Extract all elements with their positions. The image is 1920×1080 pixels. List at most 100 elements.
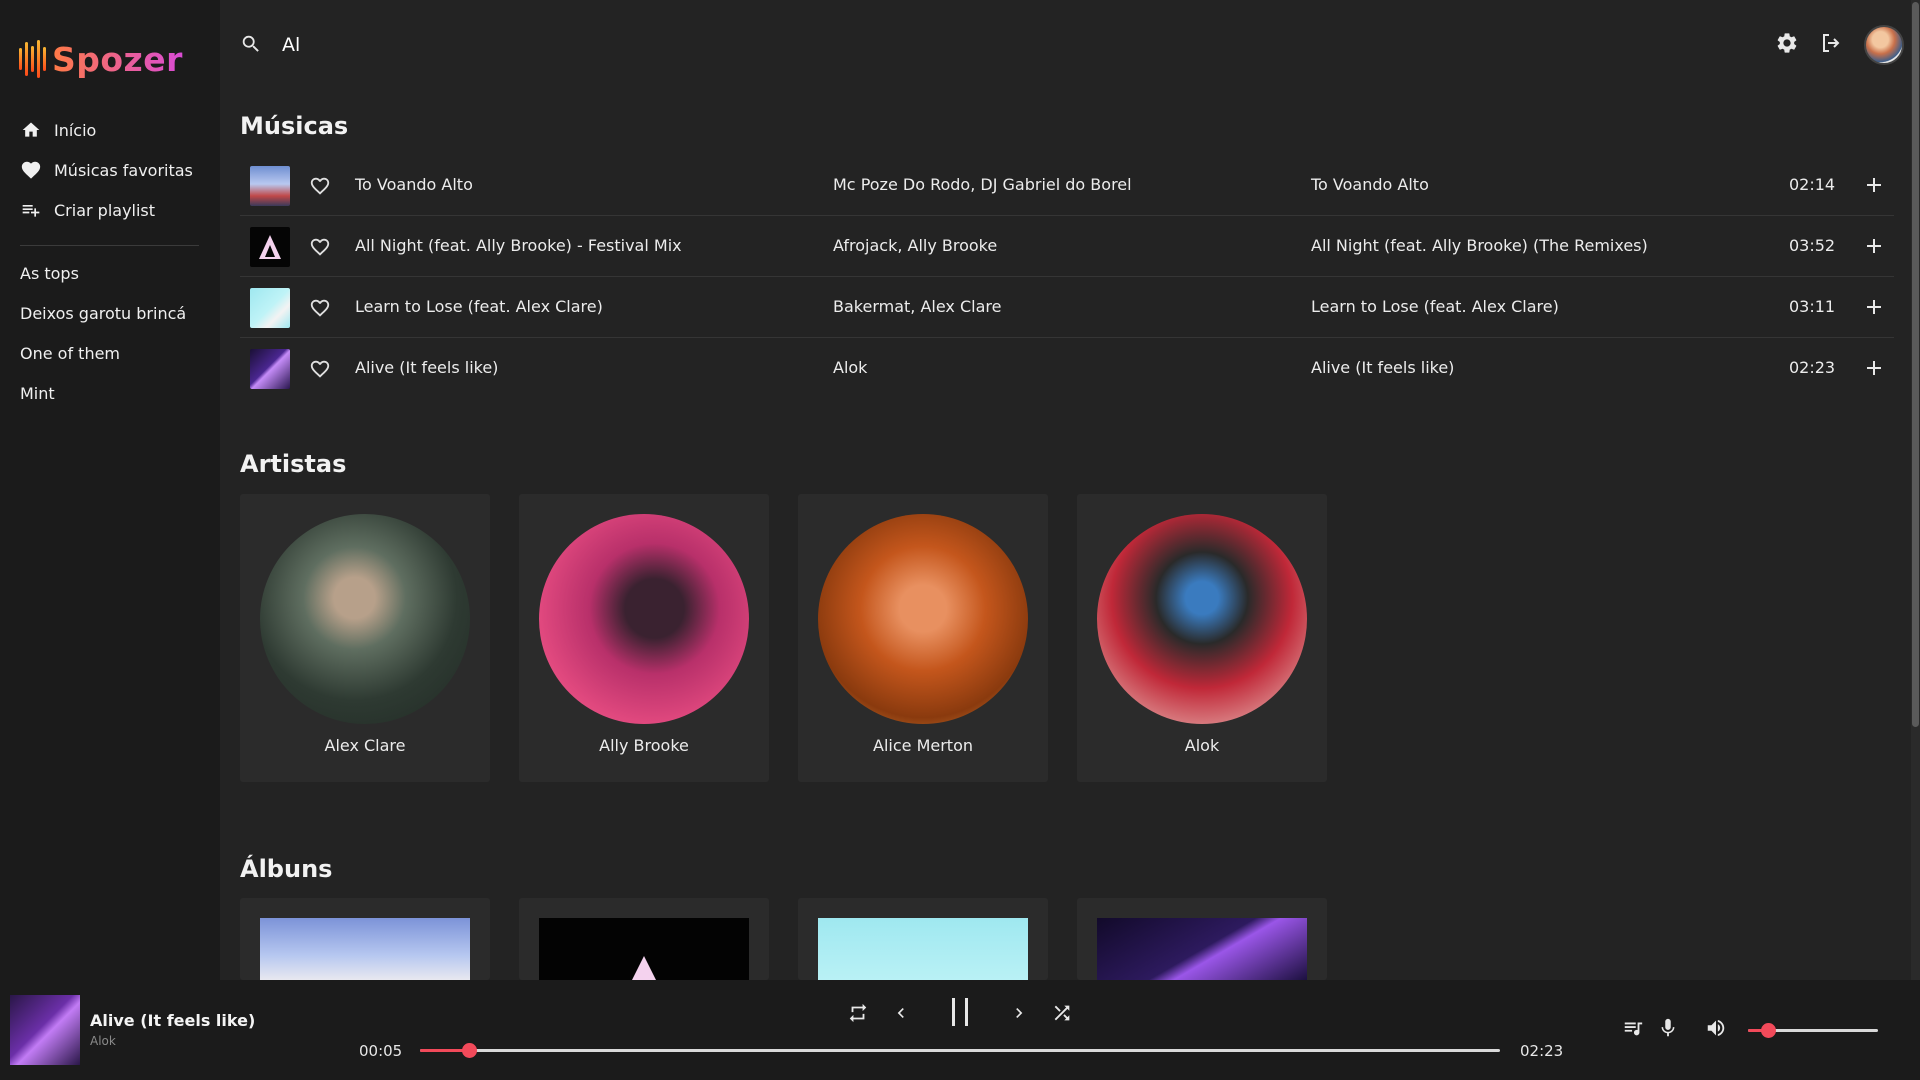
album-cover <box>260 918 470 980</box>
chevron-left-icon <box>891 1003 911 1027</box>
heart-icon[interactable] <box>309 175 331 197</box>
next-button[interactable] <box>1008 1002 1030 1028</box>
search-input[interactable] <box>282 28 882 62</box>
heart-icon[interactable] <box>309 297 331 319</box>
track-artists[interactable]: Mc Poze Do Rodo, DJ Gabriel do Borel <box>833 175 1132 194</box>
artist-card[interactable]: Alex Clare <box>240 494 490 782</box>
chevron-right-icon <box>1009 1003 1029 1027</box>
album-cover <box>1097 918 1307 980</box>
pause-button[interactable] <box>946 996 974 1032</box>
repeat-icon <box>847 1002 869 1028</box>
elapsed-time: 00:05 <box>359 1042 403 1060</box>
artist-card[interactable]: Ally Brooke <box>519 494 769 782</box>
artist-name: Ally Brooke <box>599 736 689 755</box>
album-card[interactable] <box>240 898 490 980</box>
volume-icon <box>1705 1017 1727 1043</box>
playlist-item[interactable]: One of them <box>20 333 210 373</box>
track-cover <box>250 166 290 206</box>
seek-bar[interactable] <box>420 1043 1500 1058</box>
add-to-playlist-icon[interactable] <box>1862 173 1886 197</box>
nav-item-label: Início <box>54 120 97 140</box>
section-title-artists: Artistas <box>240 450 347 478</box>
artist-card[interactable]: Alice Merton <box>798 494 1048 782</box>
nav-item-create-playlist[interactable]: Criar playlist <box>20 190 200 230</box>
logout-icon <box>1819 31 1843 59</box>
playlist-item[interactable]: Deixos garotu brincá <box>20 293 210 333</box>
track-artists[interactable]: Bakermat, Alex Clare <box>833 297 1001 316</box>
track-title[interactable]: Alive (It feels like) <box>355 358 498 377</box>
track-album[interactable]: Alive (It feels like) <box>1311 358 1454 377</box>
repeat-button[interactable] <box>845 1002 871 1028</box>
track-duration: 03:52 <box>1789 236 1836 255</box>
nav-item-label: Músicas favoritas <box>54 160 193 180</box>
album-card[interactable] <box>519 898 769 980</box>
lyrics-button[interactable] <box>1656 1017 1680 1043</box>
heart-icon <box>20 159 42 181</box>
gear-icon <box>1775 31 1799 59</box>
artist-photo <box>818 514 1028 724</box>
artist-photo <box>539 514 749 724</box>
home-icon <box>20 119 42 141</box>
nav-item-home[interactable]: Início <box>20 110 200 150</box>
artist-grid: Alex Clare Ally Brooke Alice Merton Alok <box>240 494 1327 782</box>
heart-icon[interactable] <box>309 236 331 258</box>
track-album[interactable]: Learn to Lose (feat. Alex Clare) <box>1311 297 1559 316</box>
shuffle-button[interactable] <box>1049 1002 1075 1028</box>
add-to-playlist-icon[interactable] <box>1862 356 1886 380</box>
app-logo[interactable]: Spozer <box>19 38 183 80</box>
heart-icon[interactable] <box>309 358 331 380</box>
track-title[interactable]: To Voando Alto <box>355 175 473 194</box>
track-row[interactable]: Alive (It feels like) Alok Alive (It fee… <box>240 338 1894 399</box>
track-row[interactable]: Learn to Lose (feat. Alex Clare) Bakerma… <box>240 277 1894 338</box>
track-title[interactable]: Learn to Lose (feat. Alex Clare) <box>355 297 603 316</box>
section-title-albums: Álbuns <box>240 855 333 883</box>
artist-name: Alice Merton <box>873 736 973 755</box>
playlist-item[interactable]: As tops <box>20 253 210 293</box>
track-album[interactable]: To Voando Alto <box>1311 175 1429 194</box>
logout-button[interactable] <box>1818 32 1844 58</box>
artist-photo <box>1097 514 1307 724</box>
scrollbar-thumb[interactable] <box>1912 2 1919 727</box>
track-artists[interactable]: Afrojack, Ally Brooke <box>833 236 997 255</box>
track-album[interactable]: All Night (feat. Ally Brooke) (The Remix… <box>1311 236 1648 255</box>
track-artists[interactable]: Alok <box>833 358 867 377</box>
sidebar-divider <box>20 245 199 246</box>
shuffle-icon <box>1051 1002 1073 1028</box>
track-duration: 02:14 <box>1789 175 1836 194</box>
main-nav: Início Músicas favoritas Criar playlist <box>20 110 200 230</box>
track-cover <box>250 349 290 389</box>
track-title[interactable]: All Night (feat. Ally Brooke) - Festival… <box>355 236 682 255</box>
add-to-playlist-icon[interactable] <box>1862 234 1886 258</box>
now-playing-title[interactable]: Alive (It feels like) <box>90 1011 255 1030</box>
album-card[interactable] <box>798 898 1048 980</box>
queue-button[interactable] <box>1620 1017 1646 1043</box>
microphone-icon <box>1657 1017 1679 1043</box>
track-row[interactable]: All Night (feat. Ally Brooke) - Festival… <box>240 216 1894 277</box>
search-icon[interactable] <box>240 33 262 59</box>
track-cover <box>250 227 290 267</box>
track-duration: 03:11 <box>1789 297 1836 316</box>
track-row[interactable]: To Voando Alto Mc Poze Do Rodo, DJ Gabri… <box>240 155 1894 216</box>
volume-slider[interactable] <box>1748 1023 1878 1038</box>
playlist-list: As tops Deixos garotu brincá One of them… <box>20 253 210 413</box>
artist-photo <box>260 514 470 724</box>
volume-button[interactable] <box>1703 1017 1729 1043</box>
album-card[interactable] <box>1077 898 1327 980</box>
nav-item-favorites[interactable]: Músicas favoritas <box>20 150 200 190</box>
previous-button[interactable] <box>890 1002 912 1028</box>
seek-handle[interactable] <box>461 1043 477 1058</box>
track-cover <box>250 288 290 328</box>
settings-button[interactable] <box>1774 32 1800 58</box>
playlist-item[interactable]: Mint <box>20 373 210 413</box>
artist-card[interactable]: Alok <box>1077 494 1327 782</box>
artist-name: Alex Clare <box>324 736 406 755</box>
avatar[interactable] <box>1864 25 1904 65</box>
player-bar: Alive (It feels like) Alok 00:05 02:23 <box>0 980 1920 1080</box>
logo-icon <box>19 40 46 78</box>
pause-icon <box>949 996 971 1032</box>
add-to-playlist-icon[interactable] <box>1862 295 1886 319</box>
artist-name: Alok <box>1184 736 1220 755</box>
volume-handle[interactable] <box>1760 1023 1776 1038</box>
now-playing-cover[interactable] <box>10 995 80 1065</box>
now-playing-artist[interactable]: Alok <box>90 1034 116 1048</box>
